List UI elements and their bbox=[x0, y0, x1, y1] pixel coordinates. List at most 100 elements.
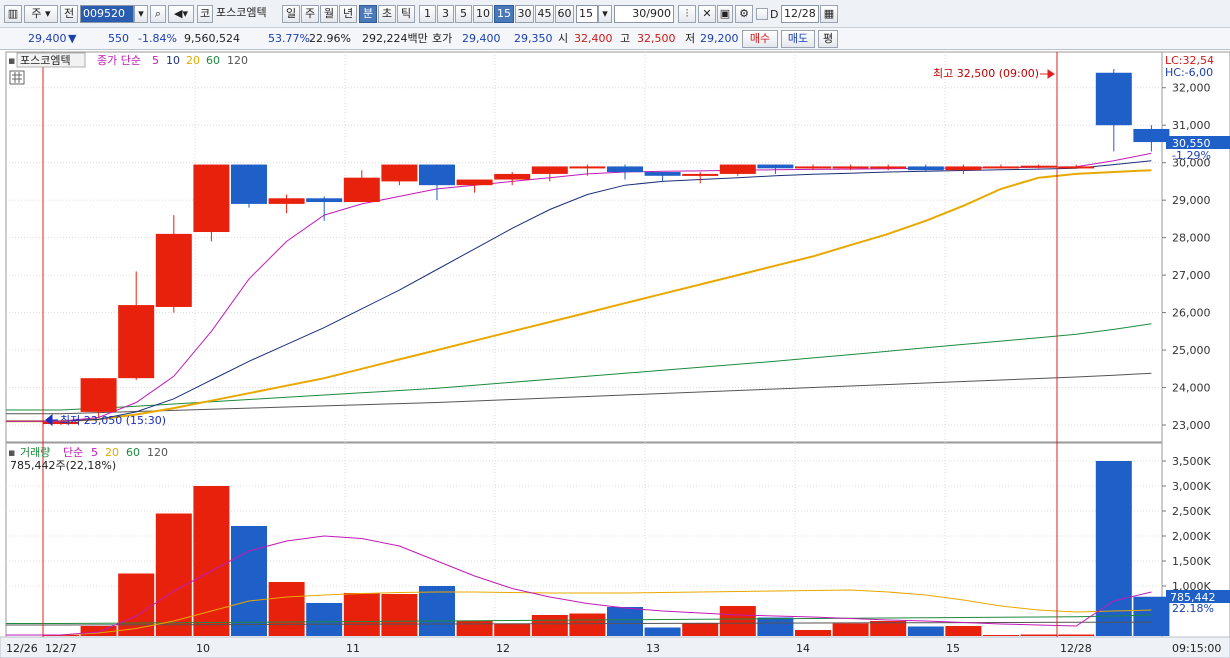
candle-body bbox=[907, 166, 944, 171]
vol-ma60-legend: 60 bbox=[126, 446, 140, 459]
price-stock-name: 포스코엠텍 bbox=[20, 54, 71, 67]
candle-body bbox=[231, 164, 267, 204]
candle-body bbox=[795, 166, 831, 169]
candle-body bbox=[607, 166, 643, 173]
volume-tick-label: 3,000K bbox=[1172, 480, 1211, 493]
volume-bar bbox=[118, 573, 155, 636]
x-label-13: 13 bbox=[646, 642, 660, 655]
volume-bar bbox=[607, 607, 643, 636]
candle-body bbox=[531, 166, 568, 174]
x-label-12-26: 12/26 bbox=[6, 642, 38, 655]
volume-bar bbox=[795, 630, 831, 636]
candle-body bbox=[306, 198, 343, 203]
volume-bar bbox=[419, 586, 455, 636]
volume-bar bbox=[306, 603, 343, 636]
candle-body bbox=[1058, 166, 1095, 169]
ma120-legend: 120 bbox=[227, 54, 248, 67]
volume-bar bbox=[1133, 596, 1170, 636]
x-label-11: 11 bbox=[346, 642, 360, 655]
stock-chart[interactable]: ▪ 포스코엠텍 종가 단순 5 10 20 60 120 최고 32,500 (… bbox=[0, 0, 1230, 658]
candle-body bbox=[268, 198, 305, 204]
vol-ma5-legend: 5 bbox=[91, 446, 98, 459]
volume-bar bbox=[644, 627, 681, 636]
volume-bar bbox=[907, 626, 944, 636]
candle-body bbox=[569, 166, 606, 169]
volume-bar bbox=[1020, 634, 1057, 636]
x-label-12-28: 12/28 bbox=[1060, 642, 1092, 655]
volume-tick-label: 3,500K bbox=[1172, 455, 1211, 468]
candle-body bbox=[155, 233, 192, 307]
volume-tick-label: 1,500K bbox=[1172, 555, 1211, 568]
ma60-legend: 60 bbox=[206, 54, 220, 67]
price-tick-label: 24,000 bbox=[1172, 382, 1211, 395]
volume-bar bbox=[381, 594, 418, 636]
volume-bar bbox=[456, 621, 493, 636]
price-tick-label: 28,000 bbox=[1172, 232, 1211, 245]
candle-body bbox=[1095, 72, 1132, 126]
volume-bar bbox=[193, 486, 230, 636]
candle-body bbox=[419, 164, 455, 186]
volume-bar bbox=[682, 623, 719, 636]
volume-bar bbox=[268, 582, 305, 636]
candle-body bbox=[456, 179, 493, 186]
volume-tick-label: 2,500K bbox=[1172, 505, 1211, 518]
candle-body bbox=[682, 173, 719, 176]
volume-bar bbox=[569, 613, 606, 636]
x-label-12-27: 12/27 bbox=[45, 642, 77, 655]
ma20-legend: 20 bbox=[186, 54, 200, 67]
candle-body bbox=[983, 166, 1019, 169]
x-label-12: 12 bbox=[496, 642, 510, 655]
volume-bar bbox=[494, 623, 531, 636]
candle-body bbox=[381, 164, 418, 182]
price-tick-label: 27,000 bbox=[1172, 269, 1211, 282]
candle-body bbox=[118, 305, 155, 379]
price-tick-label: 25,000 bbox=[1172, 344, 1211, 357]
ma5-legend: 5 bbox=[152, 54, 159, 67]
price-tick-label: 31,000 bbox=[1172, 119, 1211, 132]
x-label-15: 15 bbox=[946, 642, 960, 655]
high-marker-label: 최고 32,500 (09:00) bbox=[933, 67, 1039, 80]
x-axis-bar bbox=[0, 636, 1230, 658]
ma10-legend: 10 bbox=[166, 54, 180, 67]
price-tick-label: 29,000 bbox=[1172, 194, 1211, 207]
volume-bar bbox=[757, 617, 794, 636]
candle-body bbox=[870, 166, 907, 169]
x-label-10: 10 bbox=[196, 642, 210, 655]
vol-ma20-legend: 20 bbox=[105, 446, 119, 459]
volume-current-value: 785,442주(22,18%) bbox=[10, 459, 116, 472]
panel-handle-icon[interactable]: ▪ bbox=[8, 54, 15, 67]
candle-body bbox=[494, 173, 531, 180]
vol-ma120-legend: 120 bbox=[147, 446, 168, 459]
volume-bar bbox=[231, 526, 267, 636]
price-tick-label: 32,000 bbox=[1172, 82, 1211, 95]
candle-body bbox=[80, 378, 117, 412]
volume-tick-label: 2,000K bbox=[1172, 530, 1211, 543]
hc-label: HC:-6,00 bbox=[1165, 66, 1213, 79]
current-price-pct: -1.29% bbox=[1172, 149, 1211, 162]
x-label-14: 14 bbox=[796, 642, 810, 655]
low-marker-label: 최저 23,050 (15:30) bbox=[60, 414, 166, 427]
table-toggle-icon[interactable] bbox=[9, 70, 25, 85]
candle-body bbox=[1020, 165, 1057, 168]
volume-ma-legend: 단순 bbox=[63, 446, 83, 459]
volume-bar bbox=[343, 593, 380, 636]
candle-body bbox=[832, 166, 869, 169]
price-tick-label: 26,000 bbox=[1172, 307, 1211, 320]
candle-body bbox=[193, 164, 230, 233]
volume-bar bbox=[1058, 634, 1095, 636]
current-volume-pct: 22.18% bbox=[1172, 602, 1214, 615]
x-axis-time: 09:15:00 bbox=[1172, 642, 1221, 655]
ma-legend-label: 종가 단순 bbox=[97, 54, 141, 67]
volume-bar bbox=[983, 635, 1019, 636]
volume-legend-label: 거래량 bbox=[20, 446, 50, 459]
volume-bar bbox=[719, 606, 756, 636]
candle-body bbox=[945, 166, 982, 171]
candle-body bbox=[757, 164, 794, 169]
price-tick-label: 23,000 bbox=[1172, 419, 1211, 432]
volume-bar bbox=[531, 615, 568, 636]
volume-panel-handle-icon[interactable]: ▪ bbox=[8, 446, 15, 459]
candle-body bbox=[1133, 128, 1170, 143]
volume-bar bbox=[945, 626, 982, 636]
volume-bar bbox=[832, 623, 869, 636]
candle-body bbox=[644, 172, 681, 176]
